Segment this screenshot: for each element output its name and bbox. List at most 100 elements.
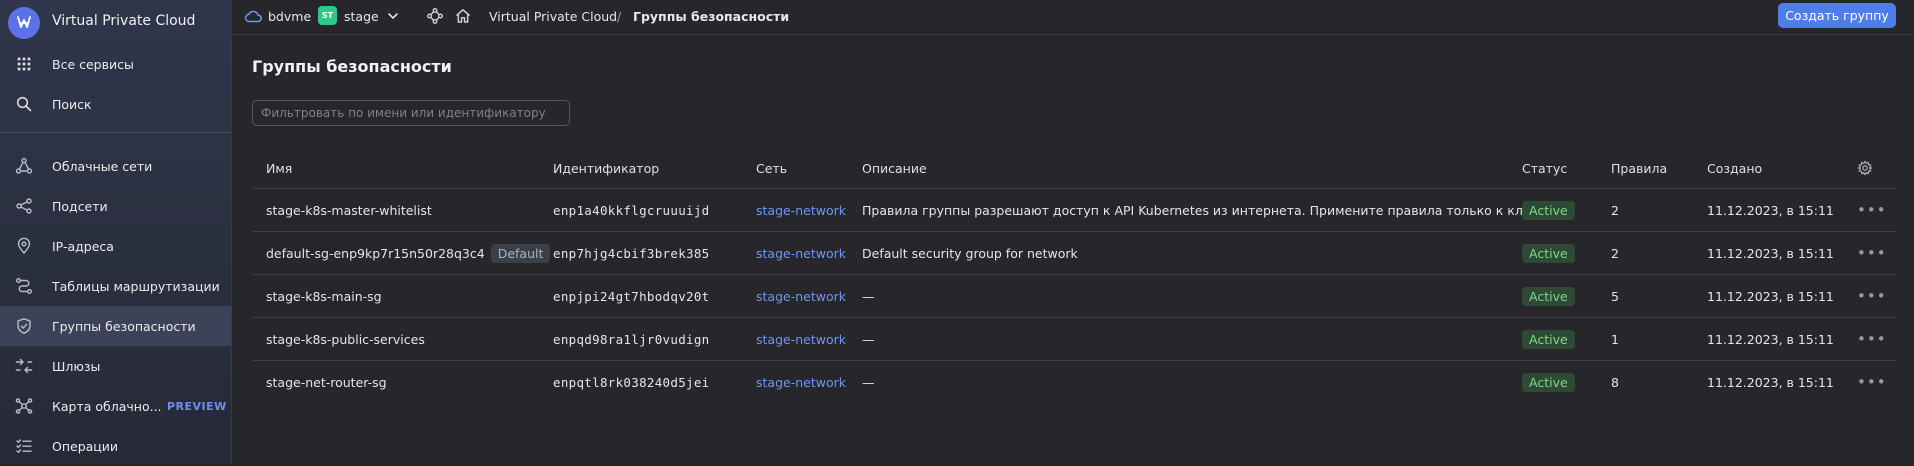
row-name[interactable]: stage-k8s-public-services xyxy=(266,328,425,350)
row-name-cell: default-sg-enp9kp7r15n50r28q3c4 Default xyxy=(266,242,551,264)
sidebar-item-ip-addresses[interactable]: IP-адреса xyxy=(0,226,231,266)
sidebar-item-label: Поиск xyxy=(52,96,92,112)
row-rules-count: 8 xyxy=(1611,374,1619,390)
sidebar: Virtual Private Cloud Все сервисы Поиск … xyxy=(0,0,232,464)
home-icon[interactable] xyxy=(454,0,472,32)
sidebar-item-label: Операции xyxy=(52,438,119,454)
search-icon xyxy=(14,94,34,114)
row-created: 11.12.2023, в 15:11 xyxy=(1707,202,1834,218)
row-actions-more-icon[interactable]: ••• xyxy=(1857,242,1887,264)
row-network-link[interactable]: stage-network xyxy=(756,242,846,264)
row-actions-more-icon[interactable]: ••• xyxy=(1857,371,1887,393)
sidebar-item-search[interactable]: Поиск xyxy=(0,84,231,124)
row-description: Правила группы разрешают доступ к API Ku… xyxy=(862,202,1572,218)
row-name[interactable]: default-sg-enp9kp7r15n50r28q3c4 xyxy=(266,246,485,261)
table-divider xyxy=(252,188,1896,189)
sidebar-item-operations[interactable]: Операции xyxy=(0,426,231,466)
row-name[interactable]: stage-net-router-sg xyxy=(266,371,387,393)
status-badge: Active xyxy=(1522,372,1575,392)
row-created: 11.12.2023, в 15:11 xyxy=(1707,245,1834,261)
row-name[interactable]: stage-k8s-main-sg xyxy=(266,285,382,307)
sidebar-item-label: Подсети xyxy=(52,198,108,214)
column-header-created: Создано xyxy=(1707,160,1763,176)
row-network-link[interactable]: stage-network xyxy=(756,199,846,221)
chevron-down-icon[interactable] xyxy=(386,0,400,32)
status-badge: Active xyxy=(1522,200,1575,220)
row-id: enp1a40kkflgcruuuijd xyxy=(553,202,710,218)
network-icon xyxy=(14,156,34,176)
resource-hierarchy-icon[interactable] xyxy=(426,0,444,32)
row-status: Active xyxy=(1522,328,1575,350)
row-rules-count: 5 xyxy=(1611,288,1619,304)
row-id: enpqtl8rk038240d5jei xyxy=(553,374,710,390)
status-badge: Active xyxy=(1522,329,1575,349)
row-network-link[interactable]: stage-network xyxy=(756,285,846,307)
table-divider xyxy=(252,274,1896,275)
row-status: Active xyxy=(1522,199,1575,221)
sidebar-item-label: Облачные сети xyxy=(52,158,153,174)
row-rules-count: 2 xyxy=(1611,202,1619,218)
sidebar-item-cloud-map[interactable]: Карта облачно... PREVIEW xyxy=(0,386,231,426)
table-divider xyxy=(252,231,1896,232)
default-badge: Default xyxy=(490,243,551,263)
sidebar-item-cloud-networks[interactable]: Облачные сети xyxy=(0,146,231,186)
row-id: enpqd98ra1ljr0vudign xyxy=(553,331,710,347)
breadcrumb-current: Группы безопасности xyxy=(633,8,790,24)
row-rules-count: 2 xyxy=(1611,245,1619,261)
row-network-link[interactable]: stage-network xyxy=(756,371,846,393)
row-created: 11.12.2023, в 15:11 xyxy=(1707,288,1834,304)
breadcrumb-separator: / xyxy=(617,8,622,24)
column-header-status: Статус xyxy=(1522,160,1568,176)
operations-list-icon xyxy=(14,436,34,456)
map-icon xyxy=(14,396,34,416)
sidebar-item-gateways[interactable]: Шлюзы xyxy=(0,346,231,386)
status-badge: Active xyxy=(1522,286,1575,306)
row-rules-count: 1 xyxy=(1611,331,1619,347)
grid-icon xyxy=(14,54,34,74)
row-created: 11.12.2023, в 15:11 xyxy=(1707,374,1834,390)
filter-input[interactable] xyxy=(252,100,570,126)
app-logo-icon[interactable] xyxy=(8,7,40,39)
row-status: Active xyxy=(1522,371,1575,393)
sidebar-item-subnets[interactable]: Подсети xyxy=(0,186,231,226)
row-name[interactable]: stage-k8s-master-whitelist xyxy=(266,199,432,221)
column-header-rules: Правила xyxy=(1611,160,1668,176)
row-id: enpjpi24gt7hbodqv20t xyxy=(553,288,710,304)
table-divider xyxy=(252,317,1896,318)
row-description: — xyxy=(862,288,875,304)
subnets-icon xyxy=(14,196,34,216)
column-header-name: Имя xyxy=(266,160,293,176)
row-description: — xyxy=(862,331,875,347)
column-header-id: Идентификатор xyxy=(553,160,660,176)
sidebar-item-routing-tables[interactable]: Таблицы маршрутизации xyxy=(0,266,231,306)
create-group-button[interactable]: Создать группу xyxy=(1778,3,1896,28)
top-bar: bdvme ST stage Virtual Private Cloud / Г… xyxy=(232,0,1914,35)
cloud-icon xyxy=(244,0,262,32)
sidebar-item-all-services[interactable]: Все сервисы xyxy=(0,44,231,84)
row-status: Active xyxy=(1522,285,1575,307)
app-title: Virtual Private Cloud xyxy=(52,13,196,29)
page-title: Группы безопасности xyxy=(252,57,452,76)
row-actions-more-icon[interactable]: ••• xyxy=(1857,328,1887,350)
folder-name[interactable]: stage xyxy=(344,0,379,32)
column-settings-gear-icon[interactable] xyxy=(1857,157,1873,179)
breadcrumb-service-link[interactable]: Virtual Private Cloud xyxy=(489,0,617,32)
cloud-name[interactable]: bdvme xyxy=(268,0,311,32)
sidebar-item-label: Все сервисы xyxy=(52,56,134,72)
sidebar-item-label: Карта облачно... xyxy=(52,398,162,414)
row-id: enp7hjg4cbif3brek385 xyxy=(553,245,710,261)
table-divider xyxy=(252,360,1896,361)
row-actions-more-icon[interactable]: ••• xyxy=(1857,199,1887,221)
status-badge: Active xyxy=(1522,243,1575,263)
preview-badge: PREVIEW xyxy=(167,399,227,413)
sidebar-item-security-groups[interactable]: Группы безопасности xyxy=(0,306,231,346)
sidebar-item-label: Таблицы маршрутизации xyxy=(52,278,220,294)
gateway-icon xyxy=(14,356,34,376)
row-created: 11.12.2023, в 15:11 xyxy=(1707,331,1834,347)
row-actions-more-icon[interactable]: ••• xyxy=(1857,285,1887,307)
sidebar-divider xyxy=(0,132,231,133)
row-network-link[interactable]: stage-network xyxy=(756,328,846,350)
routing-icon xyxy=(14,276,34,296)
row-description: — xyxy=(862,374,875,390)
sidebar-item-label: IP-адреса xyxy=(52,238,114,254)
